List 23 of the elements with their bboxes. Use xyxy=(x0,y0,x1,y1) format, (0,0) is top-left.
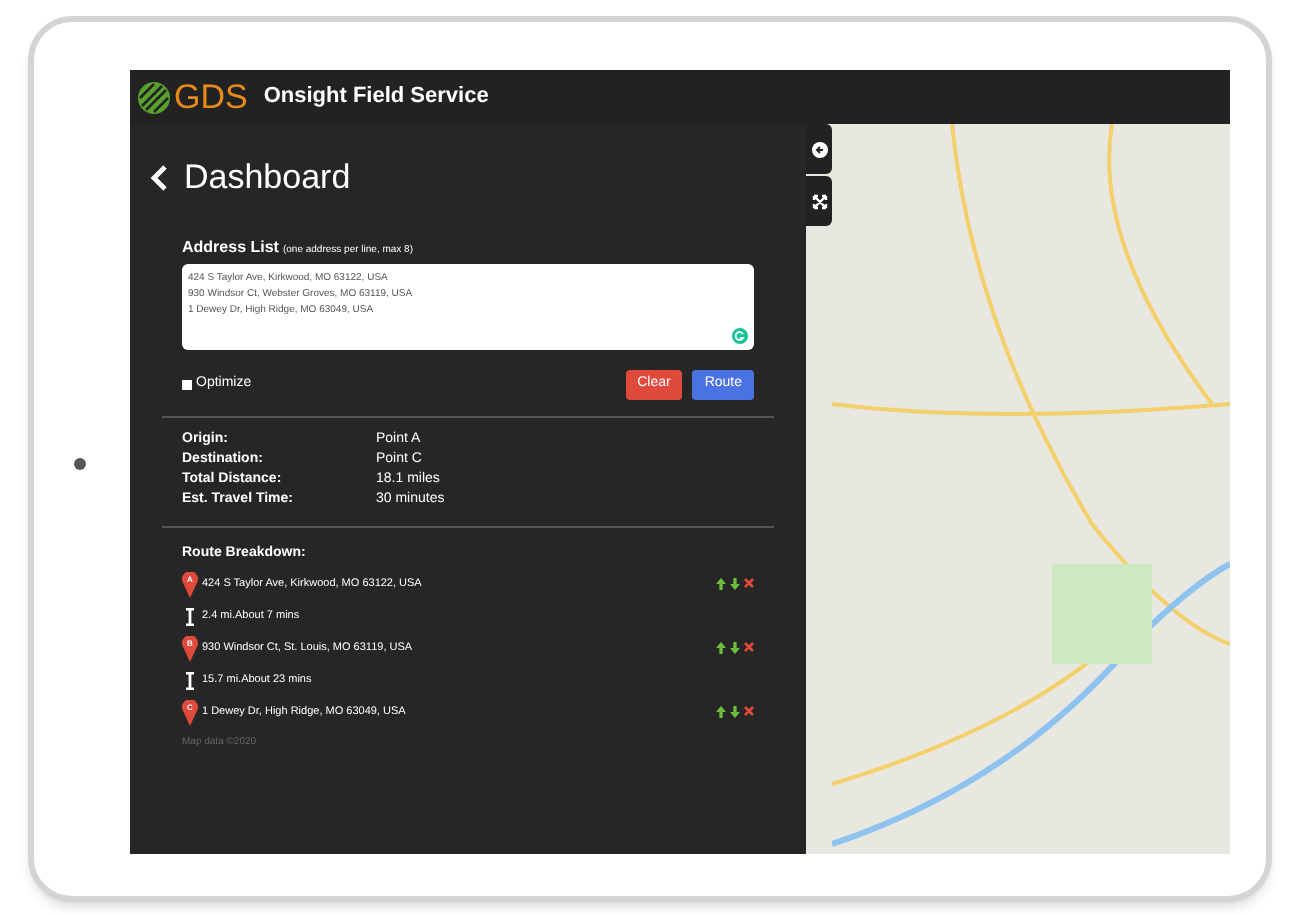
grammar-check-icon[interactable] xyxy=(732,327,748,343)
down-arrow-icon[interactable] xyxy=(730,706,740,718)
optimize-checkbox[interactable] xyxy=(182,379,192,389)
app-title: Onsight Field Service xyxy=(263,82,489,113)
collapse-tab[interactable] xyxy=(806,124,832,174)
down-arrow-icon[interactable] xyxy=(730,642,740,654)
left-arrow-circle-icon xyxy=(811,141,827,157)
down-arrow-icon[interactable] xyxy=(730,578,740,590)
logo-text: GDS xyxy=(174,80,248,114)
fullscreen-tab[interactable] xyxy=(806,176,832,226)
remove-x-icon[interactable] xyxy=(744,706,754,716)
expand-arrows-icon xyxy=(811,193,827,209)
up-arrow-icon[interactable] xyxy=(716,706,726,718)
back-chevron-icon[interactable] xyxy=(150,163,168,192)
remove-x-icon[interactable] xyxy=(744,642,754,652)
remove-x-icon[interactable] xyxy=(744,578,754,588)
panel-title: Dashboard xyxy=(184,156,351,200)
distance-bar-icon xyxy=(182,671,198,689)
up-arrow-icon[interactable] xyxy=(716,578,726,590)
striped-globe-icon xyxy=(136,79,172,115)
up-arrow-icon[interactable] xyxy=(716,642,726,654)
field-label: Address List xyxy=(182,235,279,259)
distance-bar-icon xyxy=(182,607,198,625)
